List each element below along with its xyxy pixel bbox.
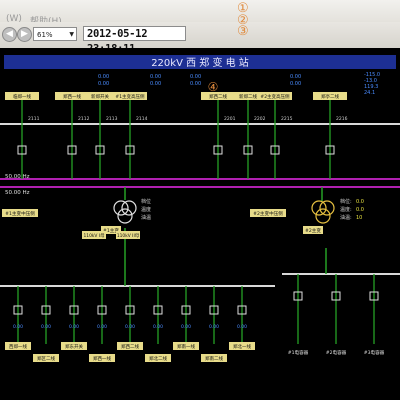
annotation-marker-3: ③: [237, 24, 249, 39]
bottom-feeder-label: 郑区二线: [37, 355, 55, 362]
top-feeder-value: 0.00: [98, 74, 109, 80]
t2-value-temp: 0.0: [356, 207, 364, 213]
top-feeder-value: 0.00: [98, 81, 109, 87]
bottom-feeder-value: 0.00: [181, 324, 191, 330]
t2-readout-tap: 档位:: [340, 198, 352, 205]
lv-feeder-label: #3电容器: [364, 349, 385, 356]
label-t2: #2主变: [305, 227, 321, 234]
zoom-select[interactable]: 61% ▼: [33, 27, 77, 41]
switch-id: 2111: [28, 116, 40, 122]
t1-readout-oil: 油温: [141, 214, 151, 221]
bottom-feeder-value: 0.00: [153, 324, 163, 330]
top-feeder-label: 新郑二线: [239, 93, 257, 100]
switch-id: 2201: [224, 116, 236, 122]
switch-id: 2113: [106, 116, 118, 122]
switch-id: 2114: [136, 116, 148, 122]
back-arrow-icon[interactable]: ◀: [2, 27, 17, 42]
lv-feeder-label: #2电容器: [326, 349, 347, 356]
bottom-feeder-label: 郑北二线: [149, 355, 167, 362]
switch-id: 2202: [254, 116, 266, 122]
top-feeder-label: #2主变高压侧: [260, 93, 290, 100]
toolbar: ◀ ▶ 61% ▼ 2012-05-12 23:18:11: [0, 22, 400, 55]
menu-bar: (W) 帮助(H): [0, 0, 400, 27]
t1-readout-tap: 档位: [141, 198, 151, 205]
label-t1-mv: #1主变中压侧: [5, 210, 35, 217]
bottom-feeder-value: 0.00: [41, 324, 51, 330]
t2-value-tap: 0.0: [356, 199, 364, 205]
top-feeder-value: 0.00: [290, 81, 301, 87]
bottom-feeder-label: 西郑一线: [9, 343, 27, 350]
top-feeder-label: 郑亭二线: [321, 93, 339, 100]
annotation-marker-4: ④: [208, 80, 219, 94]
datetime-display: 2012-05-12 23:18:11: [83, 26, 186, 55]
top-feeder-label: 新郑开关: [91, 93, 109, 100]
top-feeder-value: 0.00: [150, 81, 161, 87]
bus-a-frequency: 50.00 Hz: [5, 174, 30, 180]
top-feeder-label: #1主变高压侧: [115, 93, 145, 100]
top-feeder-value: 0.00: [190, 74, 201, 80]
bottom-feeder-value: 0.00: [125, 324, 135, 330]
t2-readout-temp: 温度:: [340, 206, 352, 213]
top-feeder-label: 临郑一线: [13, 93, 31, 100]
bottom-feeder-value: 0.00: [13, 324, 23, 330]
top-feeder-value: 0.00: [190, 81, 201, 87]
bottom-feeder-label: 郑东开关: [65, 343, 83, 350]
bottom-feeder-label: 郑北一线: [233, 343, 251, 350]
substation-diagram: 220kV 西 郑 变 电 站 ④ 50.00 Hz 50.00 Hz 档位 温…: [0, 48, 400, 400]
t2-readout-oil: 油温:: [340, 214, 352, 221]
top-feeder-label: 郑西二线: [209, 93, 227, 100]
bus-b-frequency: 50.00 Hz: [5, 190, 30, 196]
bottom-feeder-value: 0.00: [237, 324, 247, 330]
top-feeder-value: 0.00: [150, 74, 161, 80]
top-feeder-value: 0.00: [290, 74, 301, 80]
zoom-value: 61%: [37, 31, 53, 39]
t2-value-oil: 10: [356, 215, 362, 221]
bottom-feeder-value: 0.00: [69, 324, 79, 330]
switch-id: 2216: [336, 116, 348, 122]
lv-feeder-label: #1电容器: [288, 349, 309, 356]
bottom-feeder-label: 郑西二线: [121, 343, 139, 350]
bottom-feeder-value: 0.00: [209, 324, 219, 330]
bottom-feeder-label: 郑南一线: [177, 343, 195, 350]
bottom-feeder-label: 郑西一线: [93, 355, 111, 362]
label-t2-mv: #2主变中压侧: [253, 210, 283, 217]
label-110-bus2: 110kV II母: [117, 233, 140, 239]
chevron-down-icon: ▼: [69, 31, 74, 38]
top-feeder-value: 24.1: [364, 90, 375, 96]
bottom-feeder-label: 郑南二线: [205, 355, 223, 362]
switch-id: 2112: [78, 116, 90, 122]
diagram-title: 220kV 西 郑 变 电 站: [151, 56, 249, 69]
switch-id: 2215: [281, 116, 293, 122]
forward-arrow-icon[interactable]: ▶: [17, 27, 32, 42]
t1-readout-temp: 温度: [141, 206, 151, 213]
top-feeder-label: 郑西一线: [63, 93, 81, 100]
bottom-feeder-value: 0.00: [97, 324, 107, 330]
label-110-bus1: 110kV I母: [83, 233, 105, 239]
